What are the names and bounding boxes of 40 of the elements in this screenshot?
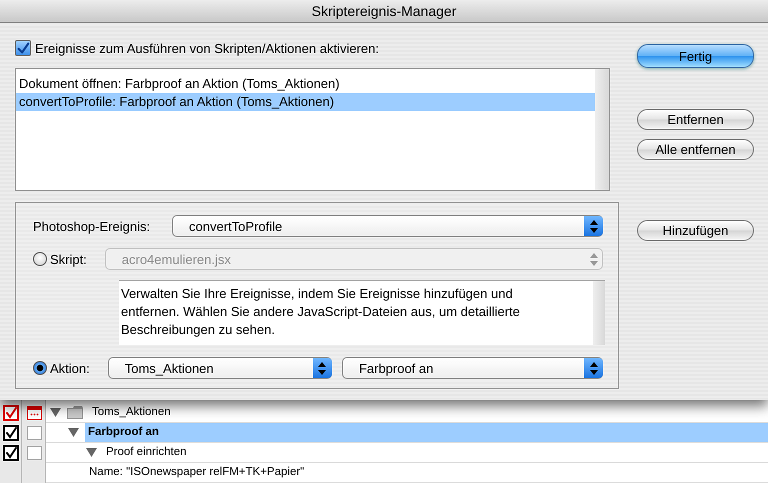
scrollbar[interactable] <box>593 281 605 345</box>
checkbox[interactable] <box>15 40 31 56</box>
stepper-icon <box>590 252 598 266</box>
check-icon <box>5 427 17 439</box>
dialog-toggle[interactable] <box>26 446 42 460</box>
action-item[interactable]: Toms_Aktionen <box>89 403 174 422</box>
action-item[interactable]: Name: "ISOnewspaper relFM+TK+Papier" <box>86 463 308 482</box>
dialog-toggle[interactable] <box>26 406 42 420</box>
radio-label: Aktion: <box>50 360 91 376</box>
action-popup[interactable]: Farbproof an <box>342 357 603 379</box>
stepper-icon <box>590 220 598 232</box>
window-title: Skriptereignis-Manager <box>312 3 456 19</box>
action-button[interactable]: Entfernen <box>637 109 754 130</box>
disclosure-triangle-icon[interactable] <box>68 427 79 438</box>
checkbox[interactable] <box>3 425 19 441</box>
checkbox[interactable] <box>3 445 19 461</box>
checkbox-label: Ereignisse zum Ausführen von Skripten/Aktionen aktivieren: <box>35 40 379 56</box>
disclosure-triangle-icon[interactable] <box>50 407 61 418</box>
action-item[interactable]: Proof einrichten <box>103 443 190 462</box>
radio-button[interactable] <box>33 361 47 375</box>
folder-icon <box>67 406 83 419</box>
action-button[interactable]: Alle entfernen <box>637 139 754 160</box>
field-label: Photoshop-Ereignis: <box>33 218 152 234</box>
list-item[interactable]: Dokument öffnen: Farbproof an Aktion (Toms_Aktionen) <box>16 75 595 93</box>
disclosure-triangle-icon[interactable] <box>86 447 97 458</box>
check-icon <box>5 407 17 419</box>
action-set-popup[interactable]: Toms_Aktionen <box>108 357 332 379</box>
action-button[interactable]: Hinzufügen <box>637 220 754 241</box>
list-item[interactable]: convertToProfile: Farbproof an Aktion (Toms_Aktionen) <box>16 93 595 111</box>
dialog-toggle[interactable] <box>26 426 42 440</box>
stepper-icon <box>318 362 326 374</box>
description-text: Verwalten Sie Ihre Ereignisse, indem Sie Ereignisse hinzufügen und entfernen. Wählen Sie andere JavaScript-Dateien aus, um detaillierte Beschreibungen zu sehen. <box>120 285 521 339</box>
done-button[interactable]: Fertig <box>637 44 754 68</box>
action-item[interactable]: Farbproof an <box>85 423 768 442</box>
event-popup[interactable]: convertToProfile <box>172 215 603 237</box>
radio-label: Skript: <box>50 252 88 266</box>
scrollbar[interactable] <box>595 69 609 190</box>
stepper-icon <box>590 362 598 374</box>
check-icon <box>5 447 17 459</box>
checkbox[interactable] <box>3 405 19 421</box>
